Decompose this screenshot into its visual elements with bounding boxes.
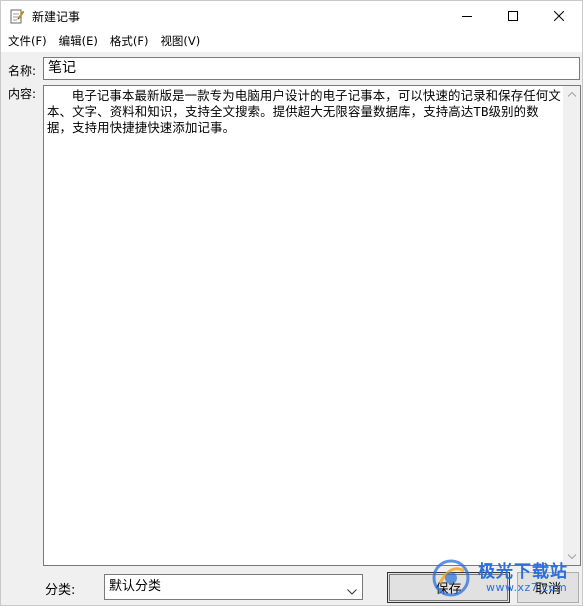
menu-format[interactable]: 格式(F) <box>104 31 155 52</box>
chevron-up-icon <box>567 92 576 97</box>
close-icon <box>554 11 564 21</box>
vertical-scrollbar[interactable] <box>563 86 580 565</box>
window-title: 新建记事 <box>32 10 81 24</box>
save-button[interactable]: 保存 <box>387 572 510 603</box>
scroll-down-button[interactable] <box>563 548 580 565</box>
close-button[interactable] <box>536 1 582 31</box>
content-label: 内容: <box>8 87 37 101</box>
note-editor-window: 新建记事 文件(F) 编辑(E) 格式(F) 视图(V) 名称: 笔记 内容: … <box>0 0 583 606</box>
content-text[interactable]: 电子记事本最新版是一款专为电脑用户设计的电子记事本，可以快速的记录和保存任何文本… <box>47 88 561 564</box>
content-textarea[interactable]: 电子记事本最新版是一款专为电脑用户设计的电子记事本，可以快速的记录和保存任何文本… <box>43 85 581 566</box>
category-select[interactable]: 默认分类 <box>104 574 363 600</box>
menu-bar: 文件(F) 编辑(E) 格式(F) 视图(V) <box>1 31 582 52</box>
scroll-up-button[interactable] <box>563 86 580 103</box>
chevron-down-icon <box>567 554 576 559</box>
name-label: 名称: <box>8 64 37 78</box>
chevron-down-icon <box>347 583 357 601</box>
menu-view[interactable]: 视图(V) <box>154 31 206 52</box>
category-value: 默认分类 <box>109 579 162 594</box>
minimize-button[interactable] <box>444 1 490 31</box>
title-bar[interactable]: 新建记事 <box>1 1 582 31</box>
notepad-edit-icon <box>10 8 25 24</box>
maximize-button[interactable] <box>490 1 536 31</box>
minimize-icon <box>462 16 472 17</box>
maximize-icon <box>508 11 518 21</box>
menu-edit[interactable]: 编辑(E) <box>53 31 104 52</box>
cancel-button[interactable]: 取消 <box>517 572 579 603</box>
name-input[interactable]: 笔记 <box>43 57 580 80</box>
menu-file[interactable]: 文件(F) <box>2 31 53 52</box>
category-label: 分类: <box>45 583 76 598</box>
